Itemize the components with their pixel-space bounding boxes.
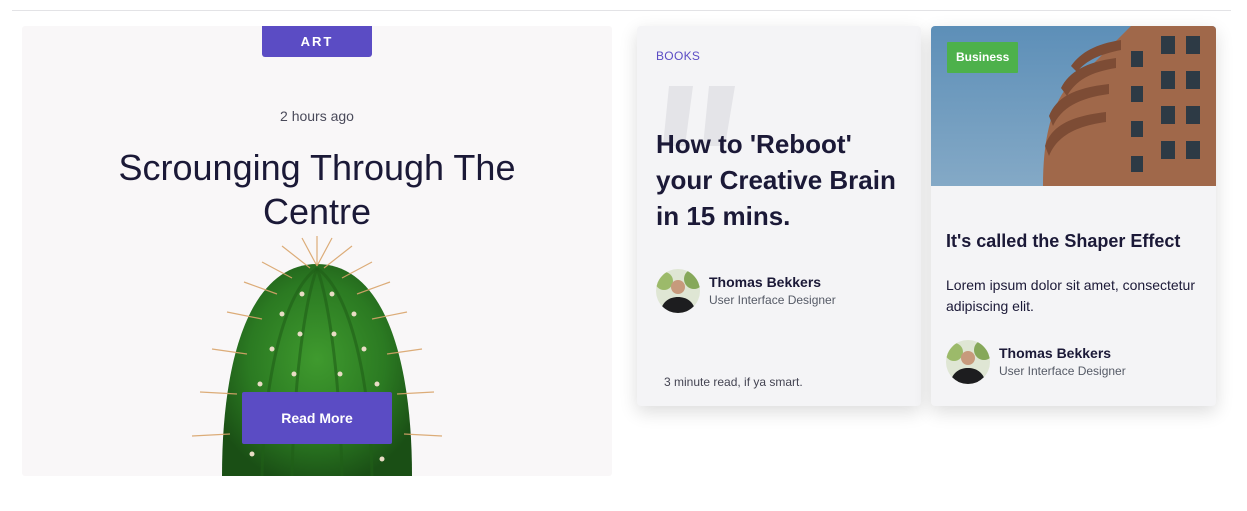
avatar [656, 269, 700, 313]
books-card[interactable]: BOOKS How to 'Reboot' your Creative Brai… [637, 26, 921, 406]
featured-art-card[interactable]: ART 2 hours ago Scrounging Through The C… [22, 26, 612, 476]
category-badge-art[interactable]: ART [262, 26, 372, 57]
avatar [946, 340, 990, 384]
business-card[interactable]: Business It's called the Shaper Effect L… [931, 26, 1216, 406]
category-badge-business[interactable]: Business [947, 42, 1019, 73]
article-excerpt: Lorem ipsum dolor sit amet, consectetur … [946, 277, 1195, 314]
author-info: Thomas Bekkers User Interface Designer [656, 269, 836, 313]
author-role: User Interface Designer [999, 364, 1126, 378]
post-time: 2 hours ago [280, 108, 354, 124]
author-name[interactable]: Thomas Bekkers [999, 344, 1126, 362]
author-name[interactable]: Thomas Bekkers [709, 273, 836, 291]
author-role: User Interface Designer [709, 293, 836, 307]
read-more-button[interactable]: Read More [242, 392, 392, 444]
top-divider [12, 10, 1231, 11]
author-info: Thomas Bekkers User Interface Designer [946, 340, 1126, 384]
article-title[interactable]: It's called the Shaper Effect [946, 231, 1206, 252]
read-time: 3 minute read, if ya smart. [664, 375, 803, 389]
featured-title[interactable]: Scrounging Through The Centre [82, 146, 552, 234]
category-label-books[interactable]: BOOKS [656, 49, 700, 63]
article-title[interactable]: How to 'Reboot' your Creative Brain in 1… [656, 126, 906, 234]
